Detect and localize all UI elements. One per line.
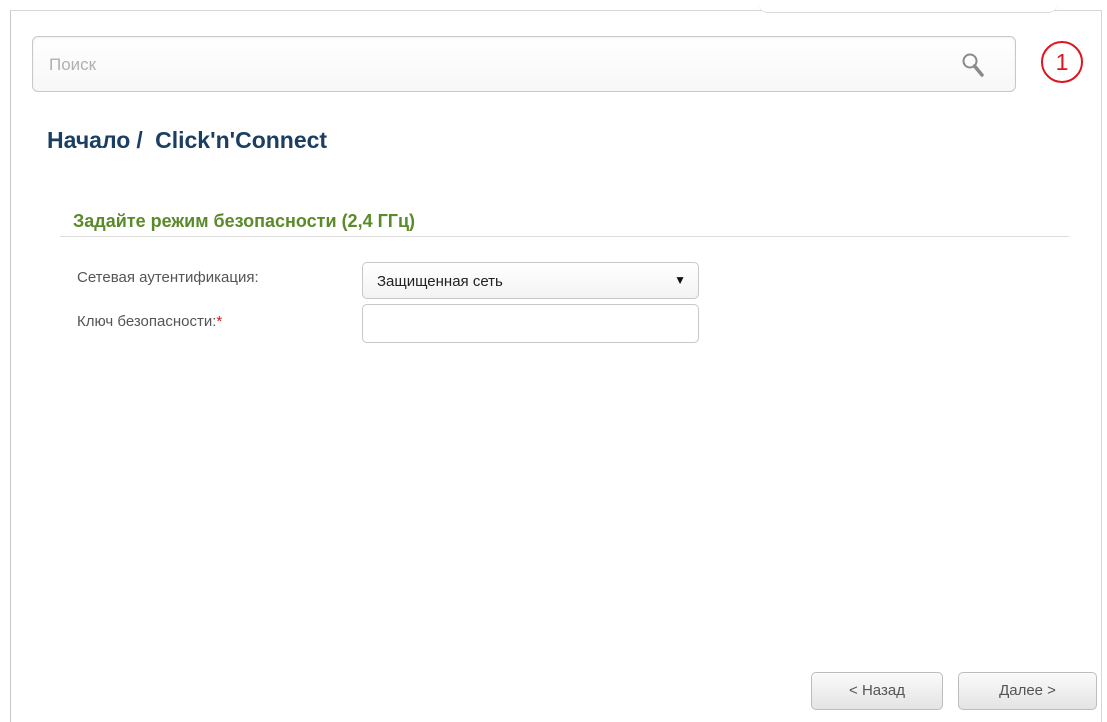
key-label-wrap: Ключ безопасности:* [77, 313, 222, 330]
security-key-input[interactable] [362, 304, 699, 343]
breadcrumb: Начало / Click'n'Connect [47, 127, 327, 154]
content-panel [10, 10, 1102, 722]
auth-select-value: Защищенная сеть [377, 273, 503, 290]
required-mark: * [216, 313, 223, 330]
breadcrumb-separator: / [136, 127, 143, 153]
back-button[interactable]: < Назад [811, 672, 943, 710]
search-icon[interactable] [961, 52, 985, 78]
auth-select[interactable]: Защищенная сеть ▼ [362, 262, 699, 299]
search-bar [32, 36, 1016, 92]
notification-badge[interactable]: 1 [1041, 41, 1083, 83]
section-divider [60, 236, 1069, 237]
caret-down-icon: ▼ [674, 273, 686, 287]
breadcrumb-home[interactable]: Начало [47, 127, 130, 153]
breadcrumb-current: Click'n'Connect [155, 127, 328, 153]
header-notch [758, 0, 1058, 13]
next-button[interactable]: Далее > [958, 672, 1097, 710]
search-input[interactable] [47, 47, 951, 83]
section-title: Задайте режим безопасности (2,4 ГГц) [73, 211, 416, 231]
auth-label: Сетевая аутентификация: [77, 269, 259, 286]
key-label: Ключ безопасности: [77, 313, 217, 330]
